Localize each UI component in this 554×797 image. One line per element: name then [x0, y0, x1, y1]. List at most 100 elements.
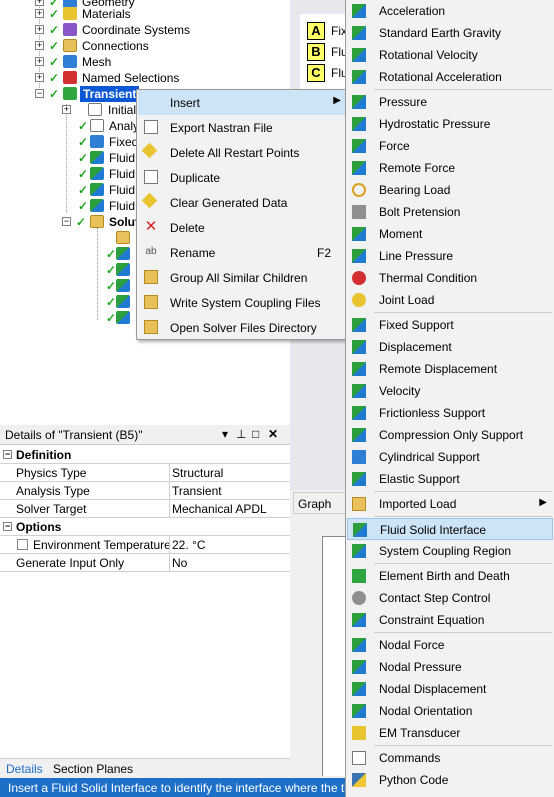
- nodal-pressure-icon: [352, 660, 366, 674]
- submenu-item-pressure[interactable]: Pressure: [347, 91, 553, 113]
- details-row-physics-type[interactable]: Physics Type Structural: [0, 464, 290, 482]
- submenu-item-nodal-force[interactable]: Nodal Force: [347, 634, 553, 656]
- parameter-checkbox[interactable]: [17, 539, 28, 550]
- submenu-item-bearing-load[interactable]: Bearing Load: [347, 179, 553, 201]
- submenu-item-rotational-velocity[interactable]: Rotational Velocity: [347, 44, 553, 66]
- menu-item-delete[interactable]: ✕ Delete: [138, 215, 349, 240]
- collapse-icon[interactable]: −: [35, 89, 44, 98]
- details-row-analysis-type[interactable]: Analysis Type Transient: [0, 482, 290, 500]
- submenu-label: Bolt Pretension: [379, 205, 461, 219]
- graph-label: Graph: [298, 497, 332, 511]
- named-selections-icon: [63, 71, 77, 84]
- expand-icon[interactable]: +: [35, 57, 44, 66]
- submenu-item-displacement[interactable]: Displacement: [347, 336, 553, 358]
- submenu-item-fluid-solid-interface[interactable]: Fluid Solid Interface: [347, 518, 553, 540]
- submenu-label: Remote Displacement: [379, 362, 498, 376]
- tab-section-planes[interactable]: Section Planes: [53, 762, 133, 776]
- submenu-item-contact-step-control[interactable]: Contact Step Control: [347, 587, 553, 609]
- menu-item-delete-restart-points[interactable]: Delete All Restart Points: [138, 140, 349, 165]
- tree-item-label: Named Selections: [82, 71, 180, 85]
- submenu-item-constraint-equation[interactable]: Constraint Equation: [347, 609, 553, 631]
- section-definition[interactable]: − Definition: [0, 446, 290, 464]
- details-row-solver-target[interactable]: Solver Target Mechanical APDL: [0, 500, 290, 518]
- submenu-item-nodal-pressure[interactable]: Nodal Pressure: [347, 656, 553, 678]
- details-row-generate-input-only[interactable]: Generate Input Only No: [0, 554, 290, 572]
- submenu-label: Standard Earth Gravity: [379, 26, 502, 40]
- submenu-item-frictionless-support[interactable]: Frictionless Support: [347, 402, 553, 424]
- expand-icon[interactable]: +: [35, 25, 44, 34]
- submenu-item-nodal-orientation[interactable]: Nodal Orientation: [347, 700, 553, 722]
- menu-item-insert[interactable]: Insert ▶: [138, 90, 349, 115]
- menu-item-rename[interactable]: ab Rename F2: [138, 240, 349, 265]
- submenu-item-remote-displacement[interactable]: Remote Displacement: [347, 358, 553, 380]
- expand-icon[interactable]: +: [35, 73, 44, 82]
- submenu-item-bolt-pretension[interactable]: Bolt Pretension: [347, 201, 553, 223]
- section-options[interactable]: − Options: [0, 518, 290, 536]
- dropdown-icon[interactable]: ▾: [222, 427, 228, 441]
- submenu-item-joint-load[interactable]: Joint Load: [347, 289, 553, 311]
- submenu-item-imported-load[interactable]: Imported Load ▶: [347, 493, 553, 515]
- submenu-item-element-birth-death[interactable]: Element Birth and Death: [347, 565, 553, 587]
- menu-item-open-solver-files-directory[interactable]: Open Solver Files Directory: [138, 315, 349, 340]
- menu-item-duplicate[interactable]: Duplicate: [138, 165, 349, 190]
- submenu-item-nodal-displacement[interactable]: Nodal Displacement: [347, 678, 553, 700]
- submenu-arrow-icon: ▶: [539, 497, 547, 508]
- velocity-icon: [352, 384, 366, 398]
- menu-item-export-nastran[interactable]: Export Nastran File: [138, 115, 349, 140]
- submenu-item-python-code[interactable]: Python Code: [347, 769, 553, 791]
- menu-label: Duplicate: [170, 171, 221, 185]
- collapse-icon[interactable]: −: [3, 450, 12, 459]
- expand-icon[interactable]: +: [35, 41, 44, 50]
- maximize-icon[interactable]: □: [252, 427, 259, 441]
- pressure-icon: [352, 95, 366, 109]
- submenu-item-line-pressure[interactable]: Line Pressure: [347, 245, 553, 267]
- submenu-item-rotational-acceleration[interactable]: Rotational Acceleration: [347, 66, 553, 88]
- submenu-label: Imported Load: [379, 497, 457, 511]
- menu-item-group-similar-children[interactable]: Group All Similar Children: [138, 265, 349, 290]
- submenu-item-compression-only-support[interactable]: Compression Only Support: [347, 424, 553, 446]
- submenu-item-remote-force[interactable]: Remote Force: [347, 157, 553, 179]
- submenu-label: EM Transducer: [379, 726, 461, 740]
- expand-icon[interactable]: +: [35, 0, 44, 6]
- submenu-item-velocity[interactable]: Velocity: [347, 380, 553, 402]
- submenu-item-acceleration[interactable]: Acceleration: [347, 0, 553, 22]
- submenu-item-moment[interactable]: Moment: [347, 223, 553, 245]
- submenu-item-standard-earth-gravity[interactable]: Standard Earth Gravity: [347, 22, 553, 44]
- menu-item-clear-generated-data[interactable]: Clear Generated Data: [138, 190, 349, 215]
- submenu-item-fixed-support[interactable]: Fixed Support: [347, 314, 553, 336]
- graph-tab[interactable]: Graph: [293, 492, 353, 514]
- submenu-label: Compression Only Support: [379, 428, 524, 442]
- submenu-item-thermal-condition[interactable]: Thermal Condition: [347, 267, 553, 289]
- tree-item-label: Connections: [82, 39, 149, 53]
- collapse-icon[interactable]: −: [62, 217, 71, 226]
- cylindrical-support-icon: [352, 450, 366, 464]
- tab-details[interactable]: Details: [6, 762, 43, 776]
- fluid-solid-interface-icon: [90, 183, 104, 196]
- check-icon: ✓: [49, 55, 60, 69]
- pin-icon[interactable]: ⊥: [236, 427, 246, 441]
- result-icon: [116, 311, 130, 324]
- submenu-item-hydrostatic-pressure[interactable]: Hydrostatic Pressure: [347, 113, 553, 135]
- details-title: Details of "Transient (B5)": [5, 428, 143, 442]
- submenu-label: System Coupling Region: [379, 544, 512, 558]
- legend-key: A: [307, 22, 325, 40]
- python-code-icon: [352, 773, 366, 787]
- submenu-item-commands[interactable]: Commands: [347, 747, 553, 769]
- expand-icon[interactable]: +: [35, 9, 44, 18]
- close-icon[interactable]: ✕: [268, 427, 278, 441]
- submenu-item-system-coupling-region[interactable]: System Coupling Region: [347, 540, 553, 562]
- nodal-force-icon: [352, 638, 366, 652]
- gravity-icon: [352, 26, 366, 40]
- submenu-item-force[interactable]: Force: [347, 135, 553, 157]
- menu-item-write-system-coupling-files[interactable]: Write System Coupling Files: [138, 290, 349, 315]
- check-icon: ✓: [49, 39, 60, 53]
- expand-icon[interactable]: +: [62, 105, 71, 114]
- transient-analysis-icon: [63, 87, 77, 100]
- submenu-item-elastic-support[interactable]: Elastic Support: [347, 468, 553, 490]
- submenu-item-cylindrical-support[interactable]: Cylindrical Support: [347, 446, 553, 468]
- details-row-environment-temperature[interactable]: Environment Temperature 22. °C: [0, 536, 290, 554]
- system-coupling-region-icon: [352, 544, 366, 558]
- submenu-item-em-transducer[interactable]: EM Transducer: [347, 722, 553, 744]
- collapse-icon[interactable]: −: [3, 522, 12, 531]
- menu-label: Delete All Restart Points: [170, 146, 300, 160]
